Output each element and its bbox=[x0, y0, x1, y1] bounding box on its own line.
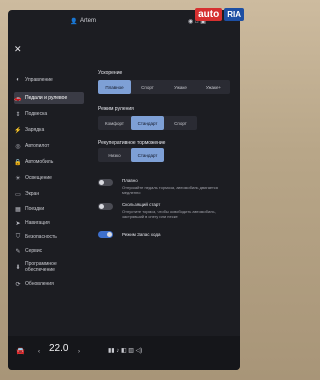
sidebar-item-label: Автопилот bbox=[25, 143, 50, 149]
smooth-stop-toggle[interactable] bbox=[98, 179, 113, 186]
sidebar-item-display[interactable]: ▭ Экран bbox=[14, 188, 84, 200]
shield-icon: ⛉ bbox=[15, 233, 21, 240]
acceleration-option-insane-plus[interactable]: Ужаке+ bbox=[197, 80, 230, 94]
calendar-icon: ▦ bbox=[15, 206, 21, 213]
sidebar-item-label: Сервис bbox=[25, 248, 43, 254]
steering-selector: Комфорт Стандарт Спорт bbox=[98, 116, 197, 130]
sidebar-item-lighting[interactable]: ☀ Освещение bbox=[14, 172, 84, 184]
acceleration-title: Ускорение bbox=[98, 70, 123, 76]
steering-wheel-icon: ◎ bbox=[15, 143, 21, 150]
navigation-icon: ➤ bbox=[15, 220, 21, 227]
steering-option-comfort[interactable]: Комфорт bbox=[98, 116, 131, 130]
sidebar-item-navigation[interactable]: ➤ Навигация bbox=[14, 217, 84, 229]
chevron-left-icon[interactable]: ‹ bbox=[38, 349, 40, 355]
sidebar-item-upgrades[interactable]: ⟳ Обновления bbox=[14, 278, 84, 290]
sidebar-item-charging[interactable]: ⚡ Зарядка bbox=[14, 124, 84, 136]
sidebar-item-label: Управление bbox=[25, 77, 53, 83]
steering-title: Режим руления bbox=[98, 106, 134, 112]
bulb-icon: ☀ bbox=[15, 175, 21, 182]
sidebar-item-label: Подвеска bbox=[25, 111, 48, 117]
steering-option-sport[interactable]: Спорт bbox=[164, 116, 197, 130]
rolling-start-description: Отпустите тормоз, чтобы освободить автом… bbox=[122, 209, 216, 219]
close-icon[interactable]: ✕ bbox=[14, 44, 22, 55]
suspension-icon: ⇕ bbox=[15, 111, 21, 118]
regen-selector: Низко Стандарт bbox=[98, 148, 164, 162]
smooth-stop-label: Плавно bbox=[122, 178, 138, 183]
chevron-right-icon[interactable]: › bbox=[78, 349, 80, 355]
acceleration-option-sport[interactable]: Спорт bbox=[131, 80, 164, 94]
sidebar-item-label: Педали и рулевое bbox=[25, 95, 68, 101]
regen-option-standard[interactable]: Стандарт bbox=[131, 148, 164, 162]
range-mode-label: Режим Запас хода bbox=[122, 232, 161, 237]
sidebar-item-controls[interactable]: ◐ Управление bbox=[14, 74, 84, 86]
smooth-stop-description: Отпускайте педаль тормоза, автомобиль дв… bbox=[122, 185, 218, 195]
sidebar-item-label: Экран bbox=[25, 191, 40, 197]
sidebar-item-label: Автомобиль bbox=[25, 159, 54, 165]
download-icon: ⬇ bbox=[15, 264, 21, 271]
rolling-start-toggle[interactable] bbox=[98, 203, 113, 210]
sidebar-item-software[interactable]: ⬇ Программное обеспечение bbox=[14, 259, 84, 275]
sidebar-item-label: Освещение bbox=[25, 175, 52, 181]
settings-content: Ускорение Плавное Спорт Ужаке Ужаке+ Реж… bbox=[92, 36, 238, 336]
climate-temperature[interactable]: 22.0 bbox=[49, 343, 68, 354]
rolling-start-label: Скользящий старт bbox=[122, 202, 161, 207]
touchscreen: 👤 Artem ◉ ⌂ ▣ ✕ ◐ Управление 🚗 Педали и … bbox=[8, 10, 240, 370]
sidebar-item-label: Безопасность bbox=[25, 234, 57, 240]
charging-icon: ⚡ bbox=[14, 127, 22, 134]
media-icons[interactable]: ▮▮ ♪ ◧ ▥ ◁) bbox=[108, 347, 142, 354]
sidebar-item-label: Программное обеспечение bbox=[25, 261, 57, 273]
sidebar-item-safety[interactable]: ⛉ Безопасность bbox=[14, 231, 84, 243]
acceleration-option-chill[interactable]: Плавное bbox=[98, 80, 131, 94]
sidebar-item-pedals-steering[interactable]: 🚗 Педали и рулевое bbox=[14, 92, 84, 104]
sidebar-item-label: Зарядка bbox=[25, 127, 45, 133]
rolling-start-row: Скользящий старт Отпустите тормоз, чтобы… bbox=[98, 202, 238, 228]
refresh-icon: ⟳ bbox=[15, 281, 21, 288]
watermark-auto: auto bbox=[195, 8, 223, 21]
car-icon[interactable]: 🚘 bbox=[16, 347, 25, 355]
watermark-logo: auto RIA bbox=[195, 8, 244, 21]
sidebar-item-trips[interactable]: ▦ Поездки bbox=[14, 203, 84, 215]
sidebar-item-suspension[interactable]: ⇕ Подвеска bbox=[14, 108, 84, 120]
wrench-icon: ✎ bbox=[15, 248, 21, 255]
toggle-icon: ◐ bbox=[16, 77, 20, 83]
sidebar-item-autopilot[interactable]: ◎ Автопилот bbox=[14, 140, 84, 152]
sidebar-item-vehicle[interactable]: 🔒 Автомобиль bbox=[14, 156, 84, 168]
sidebar-item-service[interactable]: ✎ Сервис bbox=[14, 245, 84, 257]
steering-option-standard[interactable]: Стандарт bbox=[131, 116, 164, 130]
screen-icon: ▭ bbox=[15, 191, 21, 198]
car-icon: 🚗 bbox=[14, 95, 22, 102]
acceleration-option-insane[interactable]: Ужаке bbox=[164, 80, 197, 94]
smooth-stop-row: Плавно Отпускайте педаль тормоза, автомо… bbox=[98, 178, 238, 198]
range-mode-toggle[interactable] bbox=[98, 231, 113, 238]
sidebar-item-label: Обновления bbox=[25, 281, 54, 287]
regen-option-low[interactable]: Низко bbox=[98, 148, 131, 162]
acceleration-selector: Плавное Спорт Ужаке Ужаке+ bbox=[98, 80, 230, 94]
watermark-ria: RIA bbox=[224, 8, 244, 21]
sidebar-item-label: Навигация bbox=[25, 220, 50, 226]
profile-icon[interactable]: 👤 bbox=[70, 18, 77, 25]
lock-icon: 🔒 bbox=[14, 159, 22, 166]
sidebar-item-label: Поездки bbox=[25, 206, 45, 212]
range-mode-row: Режим Запас хода bbox=[98, 231, 238, 241]
profile-name[interactable]: Artem bbox=[80, 18, 96, 24]
bottom-bar: 🚘 ‹ 22.0 › ▮▮ ♪ ◧ ▥ ◁) bbox=[8, 336, 240, 370]
regen-title: Рекуперативное торможение bbox=[98, 140, 166, 146]
